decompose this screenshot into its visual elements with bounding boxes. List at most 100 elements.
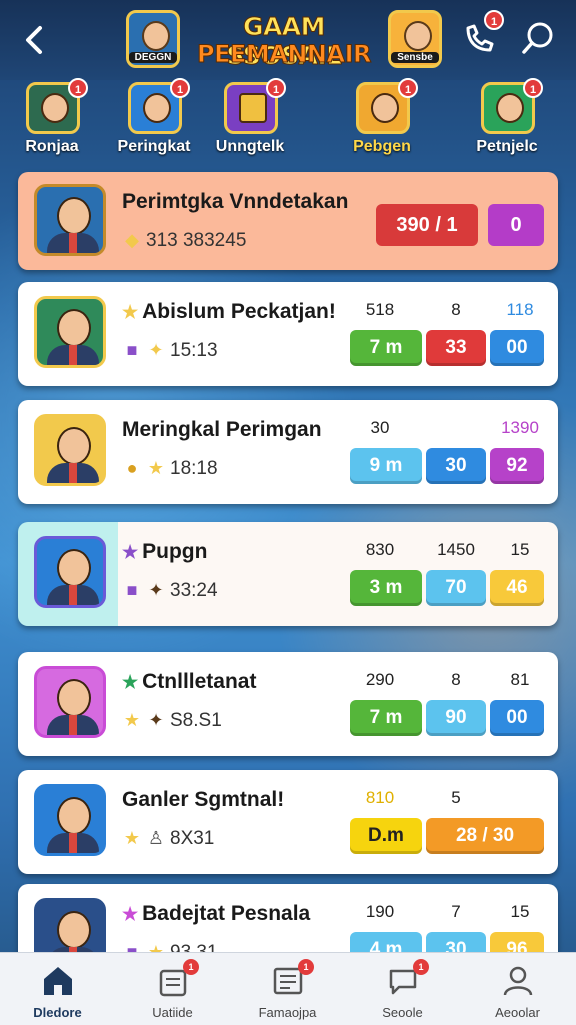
profile-icon [503, 966, 533, 996]
category-ronjaa[interactable]: 1 Ronjaa [0, 78, 104, 162]
leaderboard-row[interactable]: ★ Abislum Peckatjan! ■ ✦ 15:13 518 8 118 7 … [18, 282, 558, 386]
player-time-row: ★ ♙ 8X31 [122, 828, 214, 850]
category-label: Peringkat [117, 138, 191, 155]
game-logo: DEGGN GAAM SSOSAIL PEEMANNAIR Sensbe [126, 6, 442, 72]
stat-pill-1: 9 m [350, 448, 422, 484]
stat-header-1: 30 [370, 418, 390, 437]
star-icon: ★ [122, 302, 139, 322]
treasure-icon: ■ [126, 580, 138, 600]
player-name-row: ★ Ctnllletanat [122, 670, 256, 694]
player-name-row: ★ Badejtat Pesnala [122, 902, 310, 926]
player-name: Perimtgka Vnndetakan [122, 190, 349, 213]
user-icon: ♙ [147, 828, 165, 848]
category-pebgen[interactable]: 1 Pebgen [330, 78, 434, 162]
stat-pill-2: 33 [426, 330, 486, 366]
hammer-icon: ✦ [148, 580, 164, 600]
shield-check-icon: ◆ [125, 230, 139, 250]
nav-profile[interactable]: Aeoolar [460, 953, 575, 1025]
nav-chat[interactable]: 1 Seoole [345, 953, 460, 1025]
nav-news[interactable]: 1 Uatiide [115, 953, 230, 1025]
player-name: Meringkal Perimgan [122, 418, 322, 441]
stat-header-1: 830 [365, 540, 395, 559]
stat-header-2: 1450 [437, 540, 475, 559]
coin-icon: ● [126, 458, 138, 478]
hammer-icon: ✦ [148, 710, 164, 730]
star-icon: ★ [122, 672, 139, 692]
search-button[interactable] [516, 16, 560, 60]
player-time-row: ★ ✦ S8.S1 [122, 710, 222, 732]
category-badge: 1 [523, 78, 543, 98]
star-icon: ★ [122, 904, 139, 924]
category-label: Ronjaa [25, 138, 79, 155]
category-peringkat[interactable]: 1 Peringkat [102, 78, 206, 162]
hammer-icon: ✦ [148, 340, 164, 360]
player-name: Ctnllletanat [142, 670, 257, 693]
category-petnjelc[interactable]: 1 Petnjelc [455, 78, 559, 162]
logo-title-line2: PEEMANNAIR [197, 40, 373, 69]
bottom-navigation: Dledore 1 Uatiide 1 Famaojpa 1 Seoole Ae… [0, 952, 576, 1025]
avatar [34, 536, 106, 608]
logo-badge-left: DEGGN [126, 10, 180, 68]
leaderboard-row[interactable]: ★ Ctnllletanat ★ ✦ S8.S1 290 8 81 7 m 90 00 [18, 652, 558, 756]
player-score-row: ◆ 313 383245 [122, 230, 246, 252]
stat-header-2: 7 [451, 902, 461, 921]
stat-pill-2: 28 / 30 [426, 818, 544, 854]
nav-board[interactable]: 1 Famaojpa [230, 953, 345, 1025]
nav-label: Dledore [33, 1005, 82, 1020]
nav-badge: 1 [183, 959, 199, 975]
back-button[interactable] [16, 20, 52, 60]
phone-button[interactable]: 1 [458, 10, 504, 60]
stat-header-3: 1390 [501, 418, 539, 437]
category-label: Petnjelc [476, 138, 538, 155]
phone-notification-badge: 1 [484, 10, 504, 30]
avatar [34, 414, 106, 486]
player-name: Pupgn [142, 540, 208, 563]
nav-home[interactable]: Dledore [0, 953, 115, 1025]
stat-pill-3: 92 [490, 448, 544, 484]
stat-pill-3: 00 [490, 330, 544, 366]
nav-badge: 1 [298, 959, 314, 975]
stat-pill-1: 7 m [350, 700, 422, 736]
stat-header-2: 5 [451, 788, 461, 807]
nav-label: Uatiide [152, 1005, 193, 1020]
leaderboard-row-highlighted[interactable]: ★ Pupgn ■ ✦ 33:24 830 1450 15 3 m 70 46 [18, 522, 558, 626]
player-name: Badejtat Pesnala [142, 902, 311, 925]
leaderboard-row[interactable]: Ganler Sgmtnal! ★ ♙ 8X31 810 5 D.m 28 / 30 [18, 770, 558, 874]
stat-header-3: 15 [510, 540, 530, 559]
stat-pill-1: D.m [350, 818, 422, 854]
category-label: Pebgen [353, 138, 411, 155]
stat-header-1: 190 [365, 902, 395, 921]
player-time-row: ■ ✦ 33:24 [122, 580, 218, 602]
player-time: 15:13 [170, 340, 218, 361]
nav-label: Famaojpa [258, 1005, 317, 1020]
star-icon: ★ [122, 542, 139, 562]
player-name: Ganler Sgmtnal! [122, 788, 285, 811]
player-time: S8.S1 [170, 710, 222, 731]
stat-header-1: 290 [365, 670, 395, 689]
stat-pill-2: 90 [426, 700, 486, 736]
category-badge: 1 [266, 78, 286, 98]
search-icon [522, 22, 553, 54]
points-pill: 0 [488, 204, 544, 246]
stat-header-1: 518 [365, 300, 395, 319]
nav-label: Seoole [382, 1005, 423, 1020]
category-row: 1 Ronjaa 1 Peringkat 1 Unngtelk 1 Pebgen… [0, 78, 576, 166]
chevron-left-icon [26, 26, 42, 54]
stat-pill-2: 30 [426, 448, 486, 484]
leaderboard-row[interactable]: Meringkal Perimgan ● ★ 18:18 30 1390 9 m 3… [18, 400, 558, 504]
stat-pill-1: 3 m [350, 570, 422, 606]
category-badge: 1 [68, 78, 88, 98]
rank-pill: 390 / 1 [376, 204, 478, 246]
category-badge: 1 [398, 78, 418, 98]
stat-header-3: 15 [510, 902, 530, 921]
category-unngtelk[interactable]: 1 Unngtelk [198, 78, 302, 162]
logo-badge-right: Sensbe [388, 10, 442, 68]
player-time-row: ■ ✦ 15:13 [122, 340, 218, 362]
avatar [34, 666, 106, 738]
treasure-icon: ■ [126, 340, 138, 360]
category-label: Unngtelk [215, 138, 285, 155]
stat-header-3: 118 [506, 300, 534, 319]
player-score: 313 383245 [146, 230, 247, 251]
leaderboard-top-entry[interactable]: Perimtgka Vnndetakan ◆ 313 383245 390 / 1… [18, 172, 558, 270]
stat-pill-1: 7 m [350, 330, 422, 366]
